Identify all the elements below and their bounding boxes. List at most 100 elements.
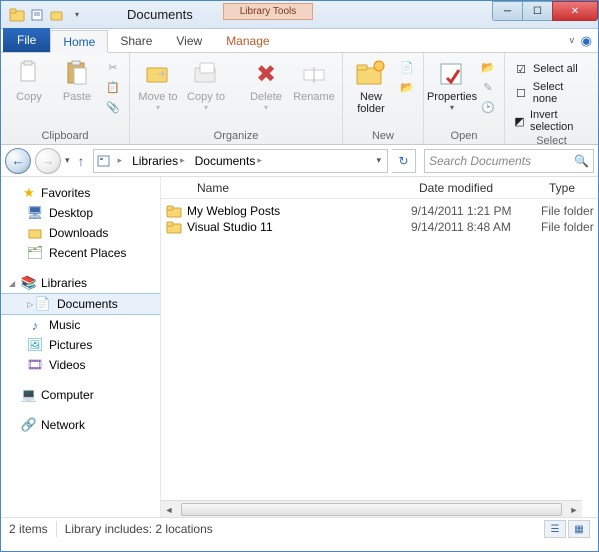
manage-tab[interactable]: Manage [214,29,281,52]
up-button[interactable]: ↑ [74,153,89,169]
refresh-button[interactable]: ↻ [392,149,416,173]
minimize-button[interactable]: ─ [492,1,522,21]
new-item-button[interactable]: 📄 [397,58,417,76]
location-icon [96,153,112,169]
clipboard-group: Copy Paste ✂ 📋 📎 Clipboard [1,53,130,144]
edit-icon: ✎ [480,79,496,95]
forward-button[interactable]: → [35,148,61,174]
contextual-tab-group-label: Library Tools [223,3,313,20]
rename-button[interactable]: Rename [292,56,336,103]
chevron-right-icon[interactable]: ▸ [180,155,185,166]
file-row[interactable]: My Weblog Posts 9/14/2011 1:21 PM File f… [161,203,598,219]
close-button[interactable]: ✕ [552,1,598,21]
column-date[interactable]: Date modified [411,181,541,195]
sidebar-item-computer[interactable]: 💻Computer [1,385,160,405]
back-button[interactable]: ← [5,148,31,174]
ribbon-minimize-icon[interactable]: v [570,35,575,45]
paste-button[interactable]: Paste [55,56,99,103]
organize-group: Move to ▾ Copy to ▾ ✖ Delete ▾ Rename Or… [130,53,343,144]
new-folder-button[interactable]: New folder [349,56,393,115]
sidebar-item-videos[interactable]: 🎞Videos [1,355,160,375]
qat-new-folder-icon[interactable] [47,5,67,25]
sidebar-item-downloads[interactable]: Downloads [1,223,160,243]
sidebar-item-music[interactable]: ♪Music [1,315,160,335]
delete-icon: ✖ [250,58,282,90]
folder-icon [161,220,187,234]
content-area: ★Favorites 🖥Desktop Downloads 🗂Recent Pl… [1,177,598,517]
address-dropdown-icon[interactable]: ▾ [376,155,385,166]
file-tab[interactable]: File [3,28,50,52]
chevron-right-icon[interactable]: ▸ [118,155,123,166]
file-row[interactable]: Visual Studio 11 9/14/2011 8:48 AM File … [161,219,598,235]
libraries-group[interactable]: ◢📚Libraries [1,273,160,293]
library-locations[interactable]: Library includes: 2 locations [65,522,213,536]
copy-to-icon [190,58,222,90]
sidebar-item-documents[interactable]: ▷📄Documents [1,293,160,315]
breadcrumb-libraries[interactable]: Libraries▸ [128,154,189,168]
expand-icon: ▷ [27,300,35,309]
qat-properties-icon[interactable] [27,5,47,25]
copy-path-button[interactable]: 📋 [103,78,123,96]
favorites-group[interactable]: ★Favorites [1,183,160,203]
select-all-button[interactable]: ☑Select all [511,60,592,78]
sidebar-item-desktop[interactable]: 🖥Desktop [1,203,160,223]
copy-to-button[interactable]: Copy to ▾ [184,56,228,112]
computer-icon: 💻 [21,387,37,403]
nav-pane: ★Favorites 🖥Desktop Downloads 🗂Recent Pl… [1,177,161,517]
paste-shortcut-button[interactable]: 📎 [103,98,123,116]
chevron-right-icon[interactable]: ▸ [257,155,262,166]
copy-button[interactable]: Copy [7,56,51,103]
window-title: Documents [127,7,193,22]
maximize-button[interactable]: ☐ [522,1,552,21]
history-button[interactable]: 🕑 [478,98,498,116]
new-folder-icon [355,58,387,90]
move-to-button[interactable]: Move to ▾ [136,56,180,112]
open-button[interactable]: 📂 [478,58,498,76]
documents-icon: 📄 [35,296,51,312]
file-list-pane: Name Date modified Type My Weblog Posts … [161,177,598,517]
ribbon-tabs: File Home Share View Manage v ◉ [1,29,598,53]
explorer-icon [7,5,27,25]
recent-locations-icon[interactable]: ▾ [65,155,70,166]
scroll-right-icon[interactable]: ► [566,501,582,518]
icons-view-button[interactable]: ▦ [568,520,590,538]
paste-icon [61,58,93,90]
nav-bar: ← → ▾ ↑ ▸ Libraries▸ Documents▸ ▾ ↻ Sear… [1,145,598,177]
sidebar-item-pictures[interactable]: 🖼Pictures [1,335,160,355]
home-tab[interactable]: Home [50,30,108,53]
shortcut-icon: 📎 [105,99,121,115]
sidebar-item-recent[interactable]: 🗂Recent Places [1,243,160,263]
share-tab[interactable]: Share [108,29,164,52]
item-count: 2 items [9,522,48,536]
invert-selection-button[interactable]: ◩Invert selection [511,108,592,134]
cut-button[interactable]: ✂ [103,58,123,76]
column-name[interactable]: Name [161,181,411,195]
view-tab[interactable]: View [164,29,214,52]
scroll-left-icon[interactable]: ◄ [161,501,177,518]
star-icon: ★ [21,185,37,201]
address-bar[interactable]: ▸ Libraries▸ Documents▸ ▾ [93,149,388,173]
select-none-button[interactable]: ☐Select none [511,80,592,106]
sidebar-item-network[interactable]: 🔗Network [1,415,160,435]
libraries-icon: 📚 [21,275,37,291]
easy-access-button[interactable]: 📂 [397,78,417,96]
qat-dropdown-icon[interactable]: ▾ [67,5,87,25]
delete-button[interactable]: ✖ Delete ▾ [244,56,288,112]
scroll-thumb[interactable] [181,503,562,516]
invert-selection-icon: ◩ [513,113,526,129]
search-input[interactable]: Search Documents 🔍 [424,149,594,173]
column-type[interactable]: Type [541,181,598,195]
move-to-icon [142,58,174,90]
breadcrumb-documents[interactable]: Documents▸ [191,154,266,168]
properties-button[interactable]: Properties ▾ [430,56,474,112]
edit-button[interactable]: ✎ [478,78,498,96]
help-icon[interactable]: ◉ [581,33,592,49]
file-list[interactable]: My Weblog Posts 9/14/2011 1:21 PM File f… [161,199,598,500]
copy-path-icon: 📋 [105,79,121,95]
details-view-button[interactable]: ☰ [544,520,566,538]
copy-icon [13,58,45,90]
open-icon: 📂 [480,59,496,75]
horizontal-scrollbar[interactable]: ◄ ► [161,500,582,517]
rename-icon [298,58,330,90]
properties-icon [436,58,468,90]
